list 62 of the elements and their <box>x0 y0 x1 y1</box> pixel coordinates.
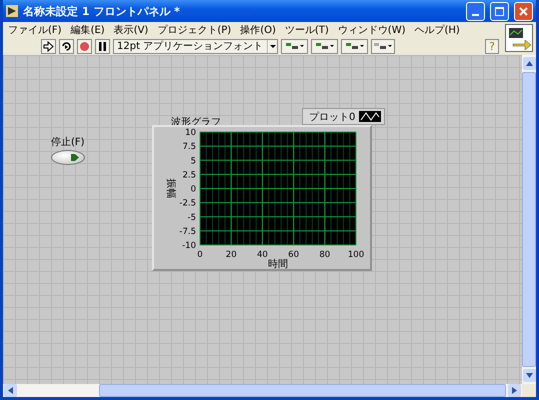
y-tick-label: -10 <box>182 241 196 251</box>
x-tick-label: 60 <box>288 250 300 260</box>
y-axis-title: 振幅 <box>165 178 176 198</box>
menu-item[interactable]: 編集(E) <box>70 22 105 36</box>
font-dropdown[interactable]: 12pt アプリケーションフォント <box>113 38 278 54</box>
stop-button[interactable] <box>51 150 85 165</box>
menu-item[interactable]: ファイル(F) <box>8 22 62 36</box>
pause-button[interactable] <box>95 38 110 54</box>
y-tick-label: -2.5 <box>179 198 196 209</box>
align-objects-button[interactable] <box>281 38 308 54</box>
layout-icon <box>344 41 365 51</box>
vi-icon <box>505 24 533 52</box>
vertical-scrollbar[interactable] <box>522 55 536 384</box>
menu-item[interactable]: 表示(V) <box>114 22 148 36</box>
scroll-arrow-icon <box>526 60 532 67</box>
layout-icon <box>373 41 394 51</box>
close-icon <box>519 6 528 16</box>
y-tick-label: 10 <box>185 128 196 138</box>
scroll-arrow-icon <box>511 387 518 394</box>
y-tick-label: 2.5 <box>182 170 196 180</box>
x-tick-label: 100 <box>348 250 364 260</box>
horizontal-scrollbar[interactable] <box>3 384 522 397</box>
layout-icon <box>314 41 335 51</box>
resize-objects-button[interactable] <box>341 38 368 54</box>
run-continuously-button[interactable] <box>59 38 74 54</box>
reorder-button[interactable] <box>371 38 396 54</box>
run-button[interactable] <box>41 38 56 54</box>
menu-item[interactable]: プロジェクト(P) <box>157 22 232 36</box>
menu-item[interactable]: ヘルプ(H) <box>414 22 460 36</box>
y-tick-label: -5 <box>188 212 196 223</box>
stop-circle-icon <box>79 40 90 52</box>
y-tick-label: 7.5 <box>182 142 196 152</box>
arrow-icon <box>71 154 79 161</box>
x-tick-label: 40 <box>256 250 268 260</box>
layout-icon <box>284 41 305 51</box>
plot-line-icon <box>359 111 382 122</box>
x-tick-label: 80 <box>319 250 330 260</box>
control-label: 停止(F) <box>51 136 85 149</box>
x-axis-title: 時間 <box>268 259 288 269</box>
close-button[interactable] <box>514 2 533 20</box>
y-tick-label: -7.5 <box>179 226 196 237</box>
scroll-arrow-icon <box>526 372 532 379</box>
x-tick-label: 20 <box>226 250 237 260</box>
x-tick-label: 0 <box>197 250 203 260</box>
menu-item[interactable]: 操作(O) <box>240 22 276 36</box>
minimize-icon <box>472 14 479 16</box>
menu-item[interactable]: ツール(T) <box>284 22 329 36</box>
app-icon <box>6 5 18 17</box>
plot-legend[interactable]: プロット0 <box>302 108 386 125</box>
y-tick-label: 5 <box>190 156 196 166</box>
caret-icon <box>267 40 278 52</box>
menu-item[interactable]: ウィンドウ(W) <box>338 22 406 36</box>
window-title: 名称未設定 1 フロントパネル * <box>23 4 181 18</box>
scroll-arrow-icon <box>7 387 14 394</box>
arrow-icon <box>43 40 54 52</box>
maximize-button[interactable] <box>490 2 509 20</box>
maximize-icon <box>495 6 504 16</box>
loop-arrow-icon <box>61 40 72 52</box>
pause-icon <box>98 42 107 50</box>
y-tick-label: 0 <box>190 184 196 194</box>
distribute-objects-button[interactable] <box>311 38 338 54</box>
minimize-button[interactable] <box>466 2 485 20</box>
